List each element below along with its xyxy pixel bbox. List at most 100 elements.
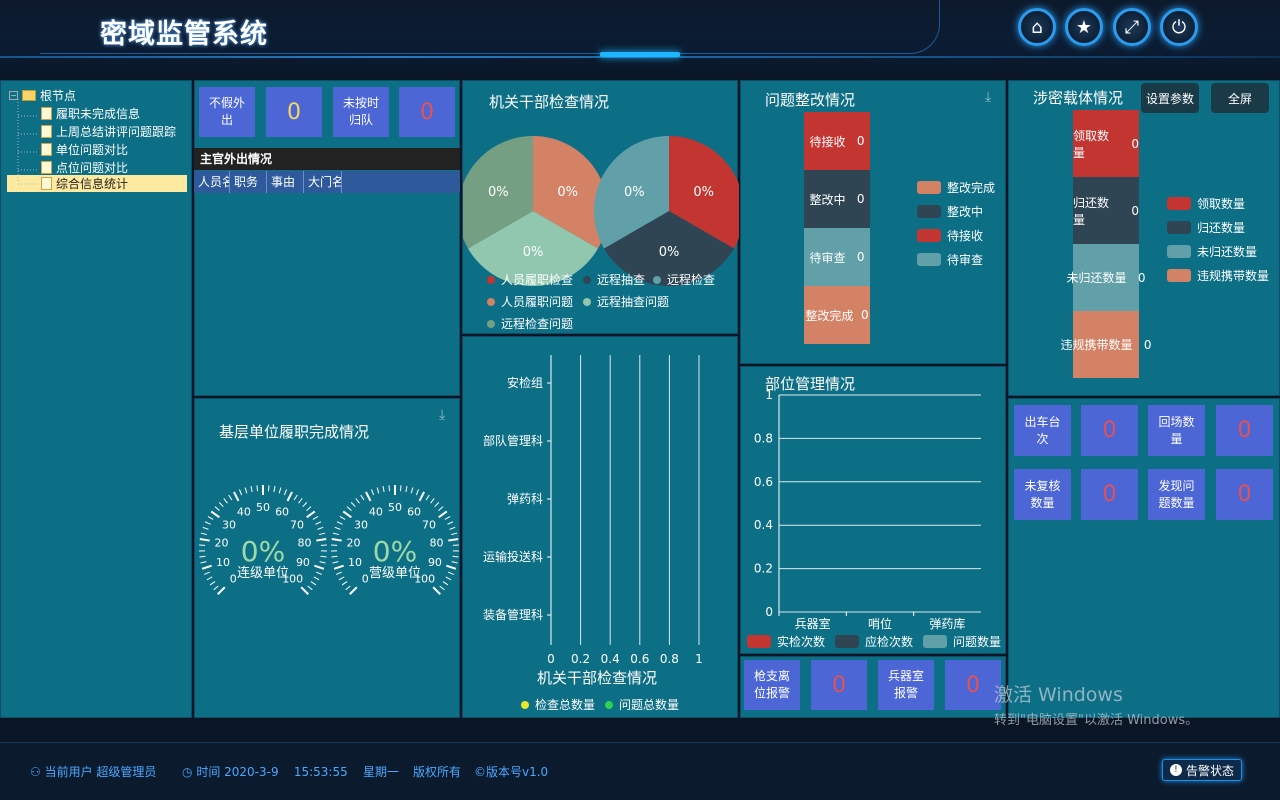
gauge-tick — [339, 515, 346, 520]
legend-item[interactable]: 整改中 — [917, 203, 983, 220]
nav-tree: − 根节点 履职未完成信息 上周总结讲评问题跟踪 单位问题对比 点位问题对比 综… — [0, 80, 192, 718]
gauge-tick — [206, 576, 213, 581]
vertical-bar-chart: 0 0.2 0.4 0.6 0.8 1 兵器室 哨位 弹药库 — [754, 388, 981, 631]
copyright: 版权所有 — [413, 765, 462, 779]
gauge-tick-label: 60 — [275, 506, 289, 519]
download-icon[interactable]: ⤓ — [439, 407, 445, 423]
gauge-tick — [286, 491, 293, 502]
favorite-button[interactable]: ★ — [1065, 8, 1103, 46]
gauge-tick — [199, 538, 210, 542]
x-category-label: 兵器室 — [795, 616, 831, 631]
legend-item[interactable]: 远程检查问题 — [487, 315, 573, 332]
gauge-tick — [448, 538, 459, 542]
gauge-tick — [334, 526, 341, 530]
x-category-label: 弹药库 — [929, 616, 965, 631]
legend-item[interactable]: 人员履职检查 — [487, 271, 573, 288]
gauge-tick-label: 0 — [230, 573, 237, 586]
legend-item[interactable]: 违规携带数量 — [1167, 267, 1269, 284]
gauge-value: 0% — [373, 535, 417, 568]
fullscreen-button[interactable]: 全屏 — [1211, 83, 1269, 113]
legend-item[interactable]: 应检次数 — [835, 633, 913, 650]
gauge-tick — [342, 510, 352, 519]
gauge-tick — [313, 576, 320, 581]
legend-item[interactable]: 整改完成 — [917, 179, 995, 196]
stack-segment[interactable]: 未归还数量 0 — [1066, 244, 1146, 311]
alarm-status-button[interactable]: ! 告警状态 — [1162, 759, 1242, 781]
column-header[interactable]: 大门名 — [304, 171, 342, 193]
settings-button[interactable]: 设置参数 — [1141, 83, 1199, 113]
issues-found-label: 发现问题数量 — [1148, 469, 1205, 520]
legend-item[interactable]: 远程抽查问题 — [583, 293, 669, 310]
gauge-tick — [320, 555, 327, 558]
download-icon[interactable]: ⤓ — [985, 89, 991, 105]
legend-item[interactable]: 领取数量 — [1167, 195, 1245, 212]
legend-item[interactable]: 问题总数量 — [605, 696, 679, 713]
gauge-tick — [360, 494, 365, 501]
stack-segment[interactable]: 违规携带数量 0 — [1060, 311, 1152, 378]
gauge-tick — [300, 586, 309, 595]
stack-segment[interactable]: 归还数量 0 — [1073, 177, 1139, 244]
legend-item[interactable]: 未归还数量 — [1167, 243, 1257, 260]
legend-item[interactable]: 问题数量 — [923, 633, 1001, 650]
gauges: 010203040 50 607080901000%连级单位 010203040 50 6… — [199, 485, 459, 595]
gauge-tick — [293, 494, 298, 501]
pie-label: 0% — [659, 245, 680, 260]
gauge-tick-label: 90 — [296, 556, 310, 569]
legend-item[interactable]: 远程抽查 — [583, 271, 645, 288]
gauge-tick — [449, 526, 456, 530]
column-header[interactable]: 事由 — [267, 171, 304, 193]
column-header[interactable]: 人员名 — [194, 171, 230, 193]
stack-segment[interactable]: 待接收 0 — [804, 112, 870, 170]
current-time: ◷ 时间 2020-3-9 15:53:55 星期一 — [182, 765, 400, 779]
gauge-tick-label: 30 — [222, 518, 236, 531]
site-mgmt-panel: 部位管理情况 0 0.2 0.4 0.6 0.8 1 兵器室 哨位 弹药库 实检次数 应检次数 … — [740, 366, 1006, 654]
fullscreen-button[interactable]: ⤢ — [1113, 8, 1151, 46]
stack-segment[interactable]: 整改完成 0 — [804, 286, 870, 344]
gauge-tick — [388, 485, 391, 492]
vehicle-out-count: 0 — [1081, 405, 1138, 456]
gauge-tick-label: 20 — [347, 536, 361, 549]
gauge-tick — [316, 538, 327, 542]
rectify-panel: 问题整改情况 ⤓ 待接收 0 整改中 0 待审查 0 整改完成 0 整改完成 整… — [740, 80, 1006, 364]
unreviewed-label: 未复核数量 — [1014, 469, 1071, 520]
gauge-tick-label: 10 — [216, 556, 230, 569]
gauge-tick — [200, 532, 207, 536]
stack-segment[interactable]: 待审查 0 — [804, 228, 870, 286]
gauge-tick — [434, 502, 440, 508]
power-button[interactable]: ⏻ — [1160, 8, 1198, 46]
column-header[interactable]: 职务 — [230, 171, 267, 193]
x-tick-label: 0.6 — [630, 652, 649, 666]
pie-label: 0% — [488, 185, 509, 200]
y-tick-label: 1 — [765, 388, 773, 402]
gauge-tick — [341, 581, 348, 586]
legend-item[interactable]: 待接收 — [917, 227, 983, 244]
legend-item[interactable]: 归还数量 — [1167, 219, 1245, 236]
stack-segment[interactable]: 领取数量 0 — [1073, 110, 1139, 177]
gauge-tick — [376, 487, 380, 494]
gauge-tick — [365, 491, 372, 502]
gauge-tick — [204, 571, 210, 575]
legend-item[interactable]: 实检次数 — [747, 633, 825, 650]
gauge-value: 0% — [241, 535, 285, 568]
stack-segment[interactable]: 整改中 0 — [804, 170, 870, 228]
legend-item[interactable]: 远程检查 — [653, 271, 715, 288]
gauge-tick — [418, 491, 425, 502]
absent-label: 不假外出 — [199, 87, 255, 137]
gauge-tick — [250, 486, 253, 493]
gauge-tick — [405, 486, 408, 493]
gauge-tick — [332, 532, 339, 536]
gauge-tick — [410, 487, 414, 494]
gun-alarm-label: 枪支离位报警 — [744, 660, 800, 710]
home-button[interactable]: ⌂ — [1018, 8, 1056, 46]
app-title: 密域监管系统 — [100, 19, 268, 50]
gauge-tick-label: 50 — [388, 501, 402, 514]
legend-item[interactable]: 检查总数量 — [521, 696, 595, 713]
gauge-tick — [444, 515, 451, 520]
gauge-tick — [310, 581, 317, 586]
version: ©版本号v1.0 — [474, 765, 549, 779]
gauge-tick-label: 70 — [290, 518, 304, 531]
gauge-tick — [415, 489, 420, 496]
legend-item[interactable]: 待审查 — [917, 251, 983, 268]
legend-item[interactable]: 人员履职问题 — [487, 293, 573, 310]
late-return-label: 未按时归队 — [333, 87, 389, 137]
